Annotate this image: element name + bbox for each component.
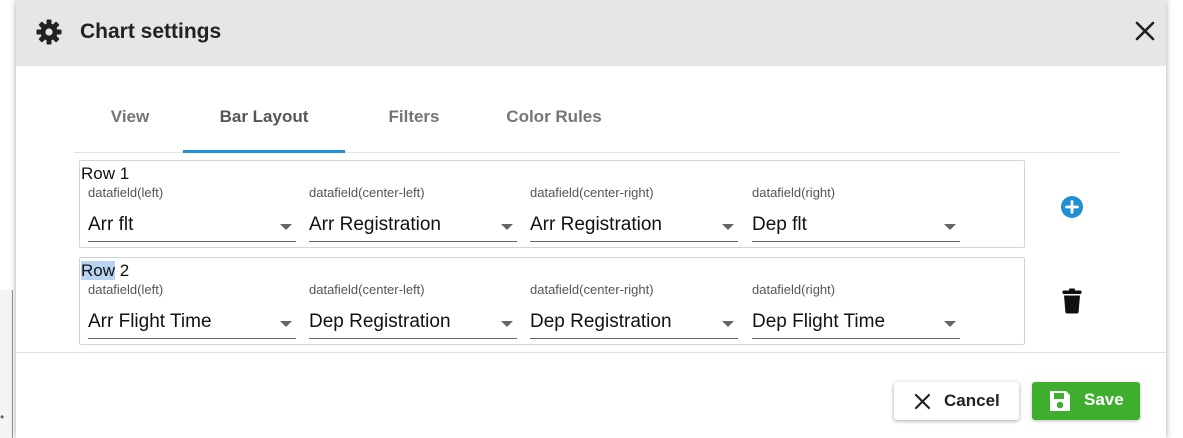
row-title: Row 2 [81,260,129,282]
background-window-edge: • [0,290,13,438]
datafield-right-select[interactable]: Dep Flight Time [752,304,960,339]
datafield-left-select[interactable]: Arr flt [88,207,296,242]
field-right: datafield(right) Dep flt [752,185,960,245]
field-label: datafield(center-left) [309,185,425,200]
save-button[interactable]: Save [1032,382,1140,420]
save-button-label: Save [1084,390,1124,409]
field-value: Arr Registration [530,214,662,235]
datafield-right-select[interactable]: Dep flt [752,207,960,242]
caret-down-icon [944,224,956,230]
row-card-2: Row 2 datafield(left) Arr Flight Time da… [79,257,1025,345]
close-icon [914,393,931,410]
row-title-number: 1 [115,164,130,183]
field-center-left: datafield(center-left) Arr Registration [309,185,517,245]
field-label: datafield(right) [752,185,836,200]
field-label: datafield(left) [88,185,164,200]
row-title-number: 2 [115,261,130,280]
caret-down-icon [280,321,292,327]
field-value: Dep Registration [309,311,451,332]
field-center-right: datafield(center-right) Dep Registration [530,282,738,342]
row-title-word-selected: Row [81,261,116,280]
row-card-1: Row 1 datafield(left) Arr flt datafield(… [79,160,1025,248]
datafield-center-right-select[interactable]: Dep Registration [530,304,738,339]
close-icon[interactable] [1130,16,1160,46]
field-value: Arr Flight Time [88,311,212,332]
cancel-button-label: Cancel [944,391,1000,410]
dialog-title: Chart settings [80,20,222,43]
field-value: Arr flt [88,214,134,235]
tab-color-rules[interactable]: Color Rules [484,92,624,150]
gear-icon [36,19,62,45]
datafield-center-right-select[interactable]: Arr Registration [530,207,738,242]
trash-icon[interactable] [1062,288,1082,314]
field-label: datafield(center-right) [530,185,654,200]
dialog-header: Chart settings [16,0,1166,66]
field-value: Dep Registration [530,311,672,332]
tab-view[interactable]: View [88,92,172,150]
floppy-disk-icon [1050,391,1070,411]
footer-divider [16,352,1166,353]
cancel-button[interactable]: Cancel [894,382,1019,420]
field-value: Dep flt [752,214,807,235]
field-label: datafield(center-left) [309,282,425,297]
field-value: Dep Flight Time [752,311,886,332]
field-left: datafield(left) Arr flt [88,185,296,245]
caret-down-icon [501,321,513,327]
field-label: datafield(right) [752,282,836,297]
field-label: datafield(left) [88,282,164,297]
tab-filters[interactable]: Filters [364,92,464,150]
caret-down-icon [944,321,956,327]
caret-down-icon [722,224,734,230]
chart-settings-dialog: Chart settings View Bar Layout Filters C… [16,0,1166,438]
caret-down-icon [280,224,292,230]
field-center-right: datafield(center-right) Arr Registration [530,185,738,245]
datafield-left-select[interactable]: Arr Flight Time [88,304,296,339]
datafield-center-left-select[interactable]: Arr Registration [309,207,517,242]
field-value: Arr Registration [309,214,441,235]
caret-down-icon [501,224,513,230]
tab-bar: View Bar Layout Filters Color Rules [74,92,1120,153]
row-title: Row 1 [81,163,129,185]
row-title-word: Row [81,164,116,183]
datafield-center-left-select[interactable]: Dep Registration [309,304,517,339]
caret-down-icon [722,321,734,327]
tab-bar-layout[interactable]: Bar Layout [183,92,345,153]
field-center-left: datafield(center-left) Dep Registration [309,282,517,342]
field-label: datafield(center-right) [530,282,654,297]
plus-circle-icon[interactable] [1060,195,1084,219]
field-left: datafield(left) Arr Flight Time [88,282,296,342]
field-right: datafield(right) Dep Flight Time [752,282,960,342]
background-glyph: • [0,410,5,424]
